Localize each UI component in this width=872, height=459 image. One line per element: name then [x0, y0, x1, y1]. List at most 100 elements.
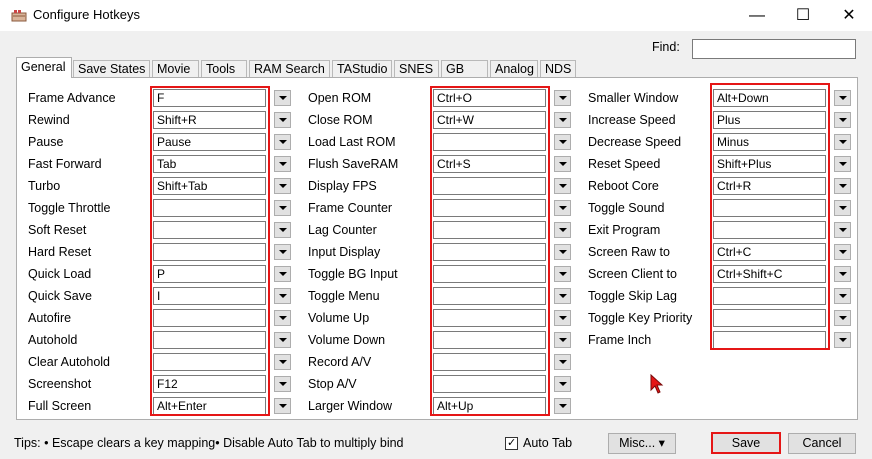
hotkey-label-larger-window: Larger Window [308, 399, 393, 413]
hotkey-label-frame-inch: Frame Inch [588, 333, 652, 347]
tab-tools[interactable]: Tools [201, 60, 247, 78]
dropdown-arrow-icon[interactable] [274, 398, 291, 414]
dropdown-arrow-icon[interactable] [834, 200, 851, 216]
dropdown-arrow-icon[interactable] [834, 156, 851, 172]
cancel-button[interactable]: Cancel [788, 433, 856, 454]
dropdown-arrow-icon[interactable] [554, 90, 571, 106]
tab-nds[interactable]: NDS [540, 60, 576, 78]
dropdown-arrow-icon[interactable] [554, 288, 571, 304]
dropdown-arrow-icon[interactable] [274, 112, 291, 128]
find-input[interactable] [692, 39, 856, 59]
dropdown-arrow-icon[interactable] [554, 156, 571, 172]
hotkey-label-volume-down: Volume Down [308, 333, 386, 347]
dropdown-arrow-icon[interactable] [274, 332, 291, 348]
find-label: Find: [652, 40, 680, 54]
hotkey-label-quick-load: Quick Load [28, 267, 92, 281]
hotkey-label-toggle-key-priority: Toggle Key Priority [588, 311, 693, 325]
dropdown-arrow-icon[interactable] [834, 244, 851, 260]
close-icon[interactable]: ✕ [826, 0, 872, 31]
dropdown-arrow-icon[interactable] [274, 90, 291, 106]
dropdown-arrow-icon[interactable] [834, 332, 851, 348]
dropdown-arrow-icon[interactable] [834, 178, 851, 194]
window-title: Configure Hotkeys [33, 7, 140, 22]
dropdown-arrow-icon[interactable] [834, 222, 851, 238]
dropdown-arrow-icon[interactable] [554, 332, 571, 348]
dropdown-arrow-icon[interactable] [554, 376, 571, 392]
tab-general[interactable]: General [16, 57, 72, 78]
hotkey-label-clear-autohold: Clear Autohold [28, 355, 111, 369]
hotkey-label-toggle-sound: Toggle Sound [588, 201, 665, 215]
hotkey-label-increase-speed: Increase Speed [588, 113, 676, 127]
dropdown-arrow-icon[interactable] [554, 398, 571, 414]
hotkey-label-screen-client-to: Screen Client to [588, 267, 677, 281]
dropdown-arrow-icon[interactable] [834, 288, 851, 304]
hotkey-label-fast-forward: Fast Forward [28, 157, 102, 171]
tab-gb[interactable]: GB [441, 60, 488, 78]
dropdown-arrow-icon[interactable] [554, 222, 571, 238]
misc-button-label: Misc... [619, 436, 656, 450]
dropdown-arrow-icon[interactable] [554, 200, 571, 216]
tab-snes[interactable]: SNES [394, 60, 439, 78]
dropdown-arrow-icon[interactable] [554, 244, 571, 260]
dropdown-arrow-icon[interactable] [554, 310, 571, 326]
dropdown-arrow-icon: ▾ [658, 436, 665, 450]
dropdown-arrow-icon[interactable] [274, 376, 291, 392]
mouse-cursor-icon [650, 374, 664, 394]
dropdown-arrow-icon[interactable] [834, 310, 851, 326]
dropdown-arrow-icon[interactable] [834, 90, 851, 106]
bizhawk-app-icon [11, 10, 27, 22]
dropdown-arrow-icon[interactable] [554, 354, 571, 370]
dropdown-arrow-icon[interactable] [274, 178, 291, 194]
hotkey-label-record-a-v: Record A/V [308, 355, 372, 369]
dropdown-arrow-icon[interactable] [274, 156, 291, 172]
hotkey-label-reset-speed: Reset Speed [588, 157, 661, 171]
hotkey-label-volume-up: Volume Up [308, 311, 370, 325]
dropdown-arrow-icon[interactable] [554, 178, 571, 194]
hotkey-label-rewind: Rewind [28, 113, 70, 127]
hotkey-label-load-last-rom: Load Last ROM [308, 135, 396, 149]
hotkey-label-screen-raw-to: Screen Raw to [588, 245, 670, 259]
dropdown-arrow-icon[interactable] [274, 310, 291, 326]
hotkey-label-screenshot: Screenshot [28, 377, 92, 391]
dropdown-arrow-icon[interactable] [274, 266, 291, 282]
hotkey-label-toggle-menu: Toggle Menu [308, 289, 380, 303]
dropdown-arrow-icon[interactable] [834, 112, 851, 128]
highlight-box-column-2 [430, 86, 550, 416]
hotkey-label-close-rom: Close ROM [308, 113, 373, 127]
hotkey-label-full-screen: Full Screen [28, 399, 92, 413]
dropdown-arrow-icon[interactable] [834, 266, 851, 282]
dropdown-arrow-icon[interactable] [274, 244, 291, 260]
hotkey-label-frame-counter: Frame Counter [308, 201, 393, 215]
dropdown-arrow-icon[interactable] [834, 134, 851, 150]
hotkey-label-frame-advance: Frame Advance [28, 91, 116, 105]
auto-tab-label: Auto Tab [523, 436, 573, 450]
tips-text: Tips: • Escape clears a key mapping• Dis… [14, 436, 404, 450]
dropdown-arrow-icon[interactable] [274, 288, 291, 304]
dropdown-arrow-icon[interactable] [554, 134, 571, 150]
maximize-icon[interactable]: ☐ [780, 0, 826, 31]
tab-save-states[interactable]: Save States [73, 60, 150, 78]
hotkey-label-toggle-throttle: Toggle Throttle [28, 201, 111, 215]
save-button[interactable]: Save [711, 432, 781, 454]
dropdown-arrow-icon[interactable] [274, 134, 291, 150]
dropdown-arrow-icon[interactable] [274, 222, 291, 238]
hotkey-label-lag-counter: Lag Counter [308, 223, 377, 237]
hotkey-label-hard-reset: Hard Reset [28, 245, 92, 259]
dropdown-arrow-icon[interactable] [554, 112, 571, 128]
hotkey-label-exit-program: Exit Program [588, 223, 661, 237]
dropdown-arrow-icon[interactable] [274, 200, 291, 216]
auto-tab-checkbox[interactable]: ✓ [505, 437, 518, 450]
dropdown-arrow-icon[interactable] [554, 266, 571, 282]
minimize-icon[interactable]: — [734, 0, 780, 31]
hotkey-label-autofire: Autofire [28, 311, 72, 325]
tab-ram-search[interactable]: RAM Search [249, 60, 330, 78]
tab-tastudio[interactable]: TAStudio [332, 60, 392, 78]
hotkey-label-decrease-speed: Decrease Speed [588, 135, 682, 149]
tab-movie[interactable]: Movie [152, 60, 199, 78]
highlight-box-column-1 [150, 86, 270, 416]
hotkey-label-autohold: Autohold [28, 333, 78, 347]
dropdown-arrow-icon[interactable] [274, 354, 291, 370]
hotkey-label-reboot-core: Reboot Core [588, 179, 659, 193]
misc-button[interactable]: Misc... ▾ [608, 433, 676, 454]
tab-analog[interactable]: Analog [490, 60, 538, 78]
